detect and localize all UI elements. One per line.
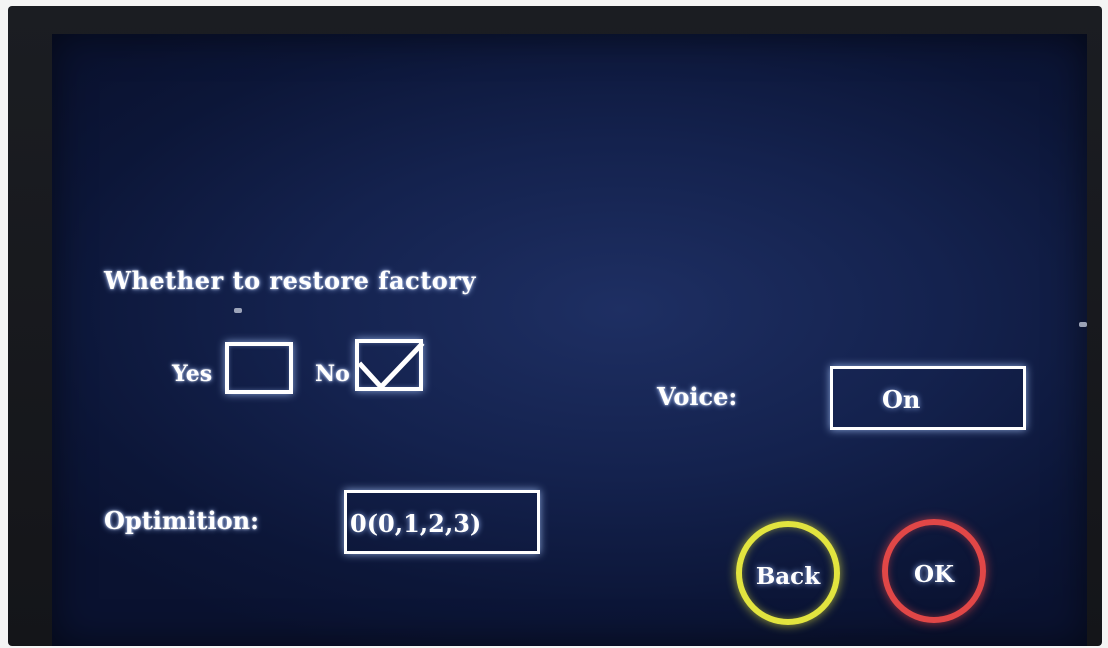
device-bezel: Whether to restore factory Yes No Voice:… [0, 0, 1108, 648]
screen-frame: Whether to restore factory Yes No Voice:… [8, 6, 1102, 646]
no-label: No [315, 361, 350, 387]
yes-label: Yes [172, 361, 213, 387]
voice-label: Voice: [657, 382, 738, 411]
no-checkbox[interactable] [355, 339, 425, 391]
check-icon [357, 341, 425, 391]
factory-restore-prompt: Whether to restore factory [104, 266, 476, 295]
ok-button-label: OK [913, 561, 955, 588]
back-button-label: Back [755, 563, 821, 590]
display-screen: Whether to restore factory Yes No Voice:… [52, 34, 1087, 646]
dust-speck [234, 308, 242, 313]
ok-button[interactable]: OK [882, 519, 986, 623]
optimition-label: Optimition: [104, 506, 259, 535]
yes-checkbox[interactable] [225, 342, 293, 394]
optimition-field[interactable]: 0(0,1,2,3) [344, 490, 540, 554]
optimition-value: 0(0,1,2,3) [350, 509, 482, 538]
dust-speck [1079, 322, 1087, 327]
back-button[interactable]: Back [736, 521, 840, 625]
voice-value: On [882, 385, 921, 414]
voice-field[interactable]: On [830, 366, 1026, 430]
